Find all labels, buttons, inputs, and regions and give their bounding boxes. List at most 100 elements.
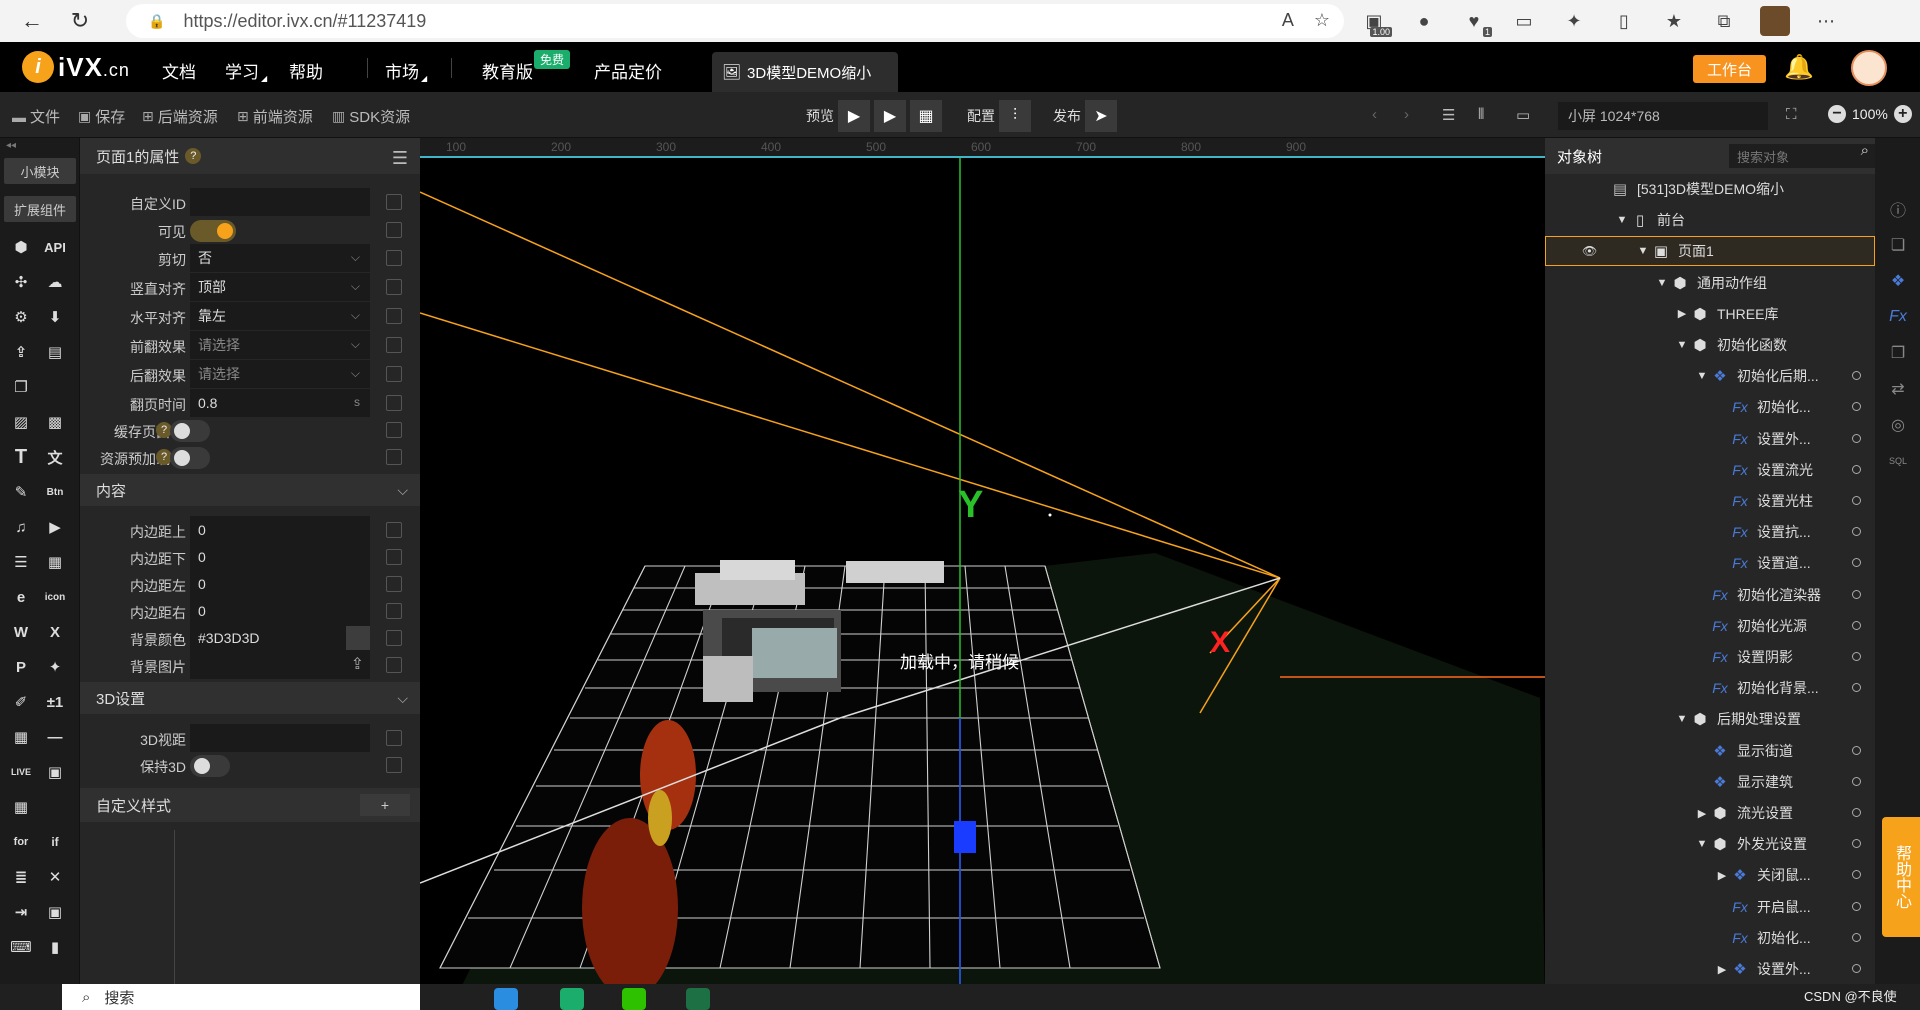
tree-item[interactable]: ▶ ⬢ 流光设置 <box>1545 798 1875 828</box>
window-icon[interactable]: ▣ <box>40 899 70 925</box>
status-dot[interactable] <box>1852 901 1861 911</box>
fit-screen-icon[interactable]: ⛶ <box>1786 106 1797 123</box>
copy-icon[interactable]: ❐ <box>1885 340 1911 366</box>
status-dot[interactable] <box>1852 589 1861 599</box>
tree-item[interactable]: ▼ ▯ 前台 <box>1545 205 1875 235</box>
status-dot[interactable] <box>1852 558 1861 568</box>
status-dot[interactable] <box>1852 870 1861 880</box>
app-icon[interactable] <box>560 988 584 1010</box>
nav-education[interactable]: 教育版 <box>482 58 533 83</box>
tree-item[interactable]: ▼ ⬢ 后期处理设置 <box>1545 704 1875 734</box>
color-swatch[interactable] <box>346 626 370 650</box>
button-icon[interactable]: Btn <box>40 479 70 505</box>
form-icon[interactable]: ≣ <box>6 864 36 890</box>
status-dot[interactable] <box>1852 932 1861 942</box>
gear-icon[interactable]: ⚙ <box>6 304 36 330</box>
api-icon[interactable]: API <box>40 234 70 260</box>
eye-icon[interactable]: 👁 <box>1582 244 1597 258</box>
favorites-icon[interactable]: ★ <box>1660 7 1688 35</box>
info-icon[interactable]: ⓘ <box>1885 196 1911 222</box>
collapse-arrow-icon[interactable]: ▶ <box>1695 807 1709 820</box>
nav-help[interactable]: 帮助 <box>289 58 323 83</box>
backend-resources-button[interactable]: ⊞ 后端资源 <box>142 106 218 127</box>
fx-icon[interactable]: Fx <box>1885 304 1911 330</box>
excel-app-icon[interactable] <box>686 988 710 1010</box>
list-icon[interactable]: ☰ <box>6 549 36 575</box>
favorite-add-icon[interactable]: ☆ <box>1314 10 1330 31</box>
address-bar[interactable]: 🔒 https://editor.ivx.cn/#11237419 A ☆ <box>126 4 1344 38</box>
qr-code-icon[interactable]: ▦ <box>6 724 36 750</box>
plus-minus-icon[interactable]: ±1 <box>40 689 70 715</box>
tree-item[interactable]: ▤ [531]3D模型DEMO缩小 <box>1545 174 1875 204</box>
vertical-align-select[interactable]: 顶部 ⌵ <box>190 273 370 301</box>
image-icon[interactable]: ▨ <box>6 409 36 435</box>
puzzle-icon[interactable]: ✦ <box>1560 7 1588 35</box>
copy-icon[interactable] <box>386 603 402 619</box>
screen-size-select[interactable]: 小屏 1024*768 <box>1558 102 1768 130</box>
divider-icon[interactable]: — <box>40 724 70 750</box>
section-3d[interactable]: 3D设置 ⌵ <box>80 682 420 714</box>
play-step-icon[interactable]: ▶ <box>874 100 906 132</box>
align-icon[interactable]: ☰ <box>1442 106 1455 124</box>
tab-object-tree[interactable]: 对象树 <box>1557 146 1602 167</box>
save-button[interactable]: ▣ 保存 <box>78 106 125 127</box>
tree-item[interactable]: ▼ ⬢ 外发光设置 <box>1545 829 1875 859</box>
collapse-arrow-icon[interactable]: ▶ <box>1715 963 1729 976</box>
tree-item[interactable]: 👁 ▼ ▣ 页面1 <box>1545 236 1875 267</box>
more-icon[interactable]: ⋯ <box>1812 7 1840 35</box>
profile-avatar[interactable] <box>1760 6 1790 36</box>
copy-icon[interactable] <box>386 250 402 266</box>
section-content[interactable]: 内容 ⌵ <box>80 474 420 506</box>
expand-icon[interactable]: ▼ <box>1636 245 1650 257</box>
copy-icon[interactable] <box>386 222 402 238</box>
expand-icon[interactable]: ▼ <box>1675 713 1689 725</box>
forward-effect-select[interactable]: 请选择 ⌵ <box>190 331 370 359</box>
tree-item[interactable]: Fx 初始化... <box>1545 923 1875 953</box>
send-icon[interactable]: ➤ <box>1085 100 1117 132</box>
video-icon[interactable]: ▶ <box>40 514 70 540</box>
upload-icon[interactable]: ⇪ <box>351 654 364 674</box>
browser-component-icon[interactable]: e <box>6 584 36 610</box>
upload-icon[interactable]: ⇪ <box>6 339 36 365</box>
copy-icon[interactable] <box>386 279 402 295</box>
music-icon[interactable]: ♫ <box>6 514 36 540</box>
extension-1-icon[interactable]: ▣ 1.00 <box>1360 7 1392 37</box>
text-icon[interactable]: T <box>6 444 36 470</box>
keyboard-icon[interactable]: ⌨ <box>6 934 36 960</box>
status-dot[interactable] <box>1852 620 1861 630</box>
grid-icon[interactable]: ▦ <box>6 794 36 820</box>
frontend-resources-button[interactable]: ⊞ 前端资源 <box>237 106 313 127</box>
expand-icon[interactable]: ▼ <box>1695 838 1709 850</box>
file-menu[interactable]: ▬ 文件 <box>12 106 60 127</box>
horizontal-align-select[interactable]: 靠左 ⌵ <box>190 302 370 330</box>
tree-item[interactable]: Fx 设置流光 <box>1545 455 1875 485</box>
tree-item[interactable]: ▼ ⬢ 初始化函数 <box>1545 330 1875 360</box>
status-dot[interactable] <box>1852 683 1861 693</box>
clip-select[interactable]: 否 ⌵ <box>190 244 370 272</box>
padding-left-input[interactable]: 0 <box>190 570 370 598</box>
layout-icon[interactable]: ▤ <box>40 339 70 365</box>
status-dot[interactable] <box>1852 839 1861 849</box>
collapse-arrow-icon[interactable]: ▶ <box>1675 307 1689 320</box>
nav-learn[interactable]: 学习 ◢ <box>225 58 267 83</box>
padding-bottom-input[interactable]: 0 <box>190 543 370 571</box>
copy-icon[interactable] <box>386 549 402 565</box>
section-custom-style[interactable]: 自定义样式 + <box>80 788 420 822</box>
sql-icon[interactable]: SQL <box>1885 448 1911 474</box>
copy-icon[interactable] <box>386 730 402 746</box>
close-box-icon[interactable]: ✕ <box>40 864 70 890</box>
copy-icon[interactable] <box>386 449 402 465</box>
tab-small-modules[interactable]: 小模块 <box>4 158 76 184</box>
collections-icon[interactable]: ⧉ <box>1710 7 1738 35</box>
read-aloud-icon[interactable]: A <box>1282 10 1294 31</box>
copy-icon[interactable] <box>386 522 402 538</box>
3d-distance-input[interactable] <box>190 724 370 752</box>
status-dot[interactable] <box>1852 496 1861 505</box>
import-icon[interactable]: ⇥ <box>6 899 36 925</box>
tree-item[interactable]: ❖ 显示街道 <box>1545 736 1875 766</box>
undo-icon[interactable]: ‹ <box>1372 106 1377 123</box>
tree-item[interactable]: Fx 设置外... <box>1545 424 1875 454</box>
qr-code-icon[interactable]: ▦ <box>910 100 942 132</box>
copy-icon[interactable] <box>386 308 402 324</box>
vertical-bar-icon[interactable]: ▮ <box>40 934 70 960</box>
